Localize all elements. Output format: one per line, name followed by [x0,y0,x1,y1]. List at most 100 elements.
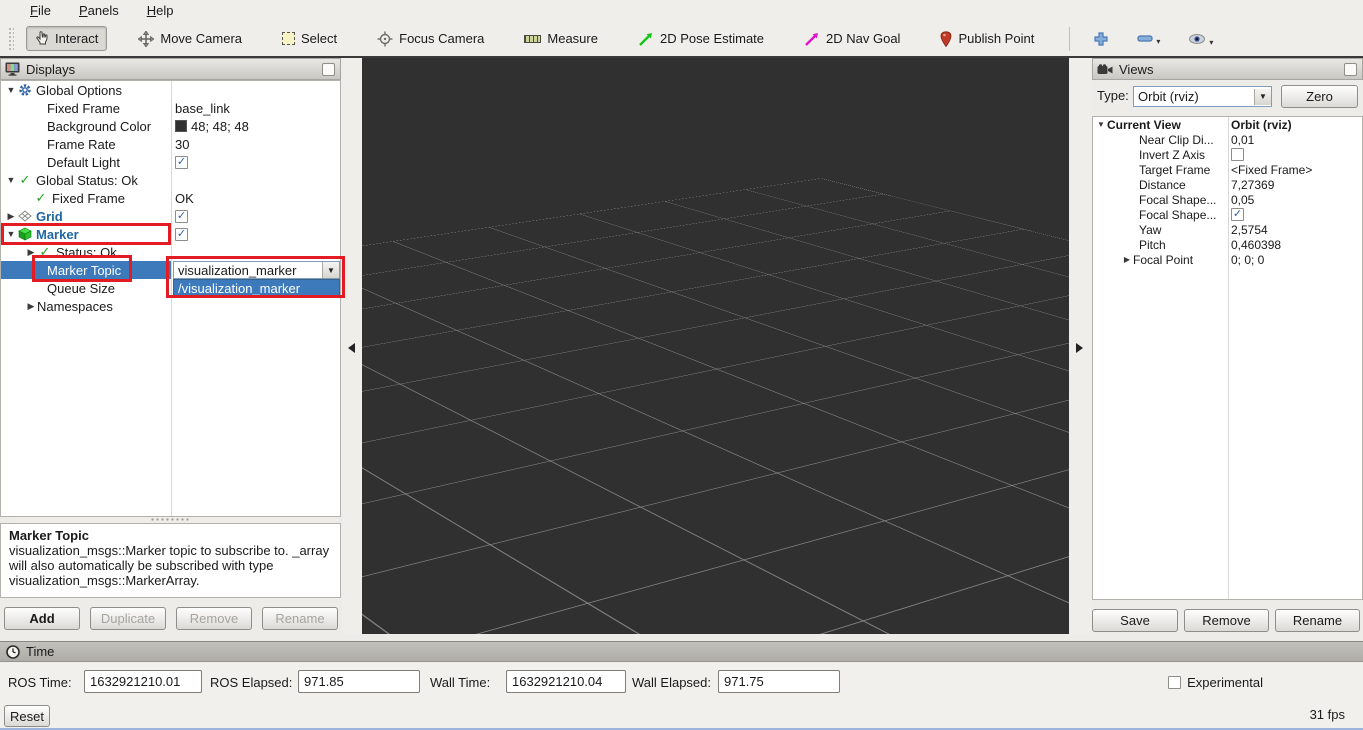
background-color-value[interactable]: 48; 48; 48 [191,119,249,134]
chevron-down-icon: ▼ [327,266,335,275]
visibility-button[interactable]: ▾ [1179,28,1222,50]
tree-row-marker[interactable]: ▼ Marker ✓ [1,225,340,243]
tree-row-global-status-fixed-frame[interactable]: ✓ Fixed Frame OK [1,189,340,207]
toolbar-drag-handle[interactable] [8,27,14,51]
right-panel-collapse-strip[interactable] [1069,58,1092,634]
ros-time-input[interactable]: 1632921210.01 [84,670,202,693]
view-row-focal-shape-fixed[interactable]: Focal Shape... ✓ [1093,207,1362,222]
expander-open-icon[interactable]: ▼ [1095,120,1107,129]
pitch-value[interactable]: 0,460398 [1231,238,1281,252]
collapse-right-arrow-icon[interactable] [1076,343,1083,353]
default-light-checkbox[interactable]: ✓ [175,156,188,169]
expander-collapsed-icon[interactable]: ▶ [25,301,37,312]
target-frame-value[interactable]: <Fixed Frame> [1231,163,1312,177]
fps-counter: 31 fps [1310,707,1345,722]
views-float-button[interactable] [1344,63,1357,76]
publish-point-tool-button[interactable]: Publish Point [931,26,1043,52]
focal-point-value[interactable]: 0; 0; 0 [1231,253,1264,267]
remove-view-button[interactable]: Remove [1184,609,1269,632]
ros-elapsed-input[interactable]: 971.85 [298,670,420,693]
displays-float-button[interactable] [322,63,335,76]
expander-open-icon[interactable]: ▼ [5,229,17,239]
measure-tool-button[interactable]: Measure [515,26,607,51]
tree-row-default-light[interactable]: Default Light ✓ [1,153,340,171]
expander-collapsed-icon[interactable]: ▶ [25,247,37,258]
displays-panel-header[interactable]: Displays [0,58,341,80]
displays-panel-title: Displays [26,62,75,77]
menu-help[interactable]: Help [147,3,174,18]
select-tool-button[interactable]: Select [273,26,346,51]
view-row-focal-point[interactable]: ▶ Focal Point 0; 0; 0 [1093,252,1362,267]
chevron-down-icon: ▼ [1259,92,1267,101]
ros-elapsed-label: ROS Elapsed: [210,671,292,693]
marker-topic-combobox[interactable]: visualization_marker ▼ [173,261,340,279]
view-row-focal-shape-size[interactable]: Focal Shape... 0,05 [1093,192,1362,207]
move-camera-tool-button[interactable]: Move Camera [129,26,251,52]
view-row-near-clip[interactable]: Near Clip Di... 0,01 [1093,132,1362,147]
tree-row-marker-status[interactable]: ▶ ✓ Status: Ok [1,243,340,261]
rename-view-button[interactable]: Rename [1275,609,1360,632]
tree-row-namespaces[interactable]: ▶ Namespaces [1,297,340,315]
3d-viewport[interactable] [362,58,1069,634]
tree-row-global-status[interactable]: ▼ ✓ Global Status: Ok [1,171,340,189]
view-row-current-view[interactable]: ▼ Current View Orbit (rviz) [1093,117,1362,132]
reset-button[interactable]: Reset [4,705,50,727]
views-panel-title: Views [1119,62,1153,77]
tree-row-fixed-frame[interactable]: Fixed Frame base_link [1,99,340,117]
view-row-yaw[interactable]: Yaw 2,5754 [1093,222,1362,237]
collapse-left-arrow-icon[interactable] [348,343,355,353]
color-swatch[interactable] [175,120,187,132]
tree-row-global-options[interactable]: ▼ Global Options [1,81,340,99]
combobox-dropdown-button[interactable]: ▼ [1254,89,1271,105]
zoom-in-button[interactable] [1084,26,1118,52]
views-panel-header[interactable]: Views [1092,58,1363,80]
expander-collapsed-icon[interactable]: ▶ [5,211,17,222]
dropdown-list-item-visualization-marker[interactable]: /visualization_marker [173,279,340,297]
focal-shape-checkbox[interactable]: ✓ [1231,208,1244,221]
view-row-distance[interactable]: Distance 7,27369 [1093,177,1362,192]
add-display-button[interactable]: Add [4,607,80,630]
view-row-pitch[interactable]: Pitch 0,460398 [1093,237,1362,252]
save-view-button[interactable]: Save [1092,609,1178,632]
view-row-target-frame[interactable]: Target Frame <Fixed Frame> [1093,162,1362,177]
status-ok-check-icon: ✓ [33,190,49,206]
combobox-dropdown-button[interactable]: ▼ [322,262,339,278]
menu-file[interactable]: File [30,3,51,18]
grid-enabled-checkbox[interactable]: ✓ [175,210,188,223]
menu-bar: File Panels Help [0,0,1363,21]
panel-splitter-handle[interactable] [150,517,190,522]
focus-camera-icon [377,31,393,47]
yaw-value[interactable]: 2,5754 [1231,223,1268,237]
tree-row-background-color[interactable]: Background Color 48; 48; 48 [1,117,340,135]
distance-value[interactable]: 7,27369 [1231,178,1274,192]
tree-row-marker-topic[interactable]: Marker Topic visualization_marker ▼ [1,261,340,279]
expander-collapsed-icon[interactable]: ▶ [1121,255,1133,264]
time-panel-title: Time [26,644,54,659]
nav-goal-tool-button[interactable]: 2D Nav Goal [795,26,909,52]
time-panel-header[interactable]: Time [0,641,1363,662]
expander-open-icon[interactable]: ▼ [5,85,17,95]
near-clip-value[interactable]: 0,01 [1231,133,1254,147]
wall-time-input[interactable]: 1632921210.04 [506,670,626,693]
eye-icon [1188,33,1206,45]
invert-z-checkbox[interactable] [1231,148,1244,161]
focus-camera-tool-button[interactable]: Focus Camera [368,26,493,52]
zoom-out-button[interactable]: ▾ [1128,29,1169,49]
frame-rate-value[interactable]: 30 [175,137,189,152]
marker-enabled-checkbox[interactable]: ✓ [175,228,188,241]
pose-estimate-tool-button[interactable]: 2D Pose Estimate [629,26,773,52]
expander-open-icon[interactable]: ▼ [5,175,17,185]
focal-shape-size-value[interactable]: 0,05 [1231,193,1254,207]
tree-row-frame-rate[interactable]: Frame Rate 30 [1,135,340,153]
wall-elapsed-input[interactable]: 971.75 [718,670,840,693]
fixed-frame-value[interactable]: base_link [175,101,230,116]
left-panel-collapse-strip[interactable] [342,58,362,634]
plus-icon [1093,31,1109,47]
zero-view-button[interactable]: Zero [1281,85,1358,108]
tree-row-grid[interactable]: ▶ Grid ✓ [1,207,340,225]
experimental-checkbox[interactable] [1168,676,1181,689]
view-type-combobox[interactable]: Orbit (rviz) ▼ [1133,86,1272,107]
interact-tool-button[interactable]: Interact [26,26,107,51]
menu-panels[interactable]: Panels [79,3,119,18]
view-row-invert-z[interactable]: Invert Z Axis [1093,147,1362,162]
